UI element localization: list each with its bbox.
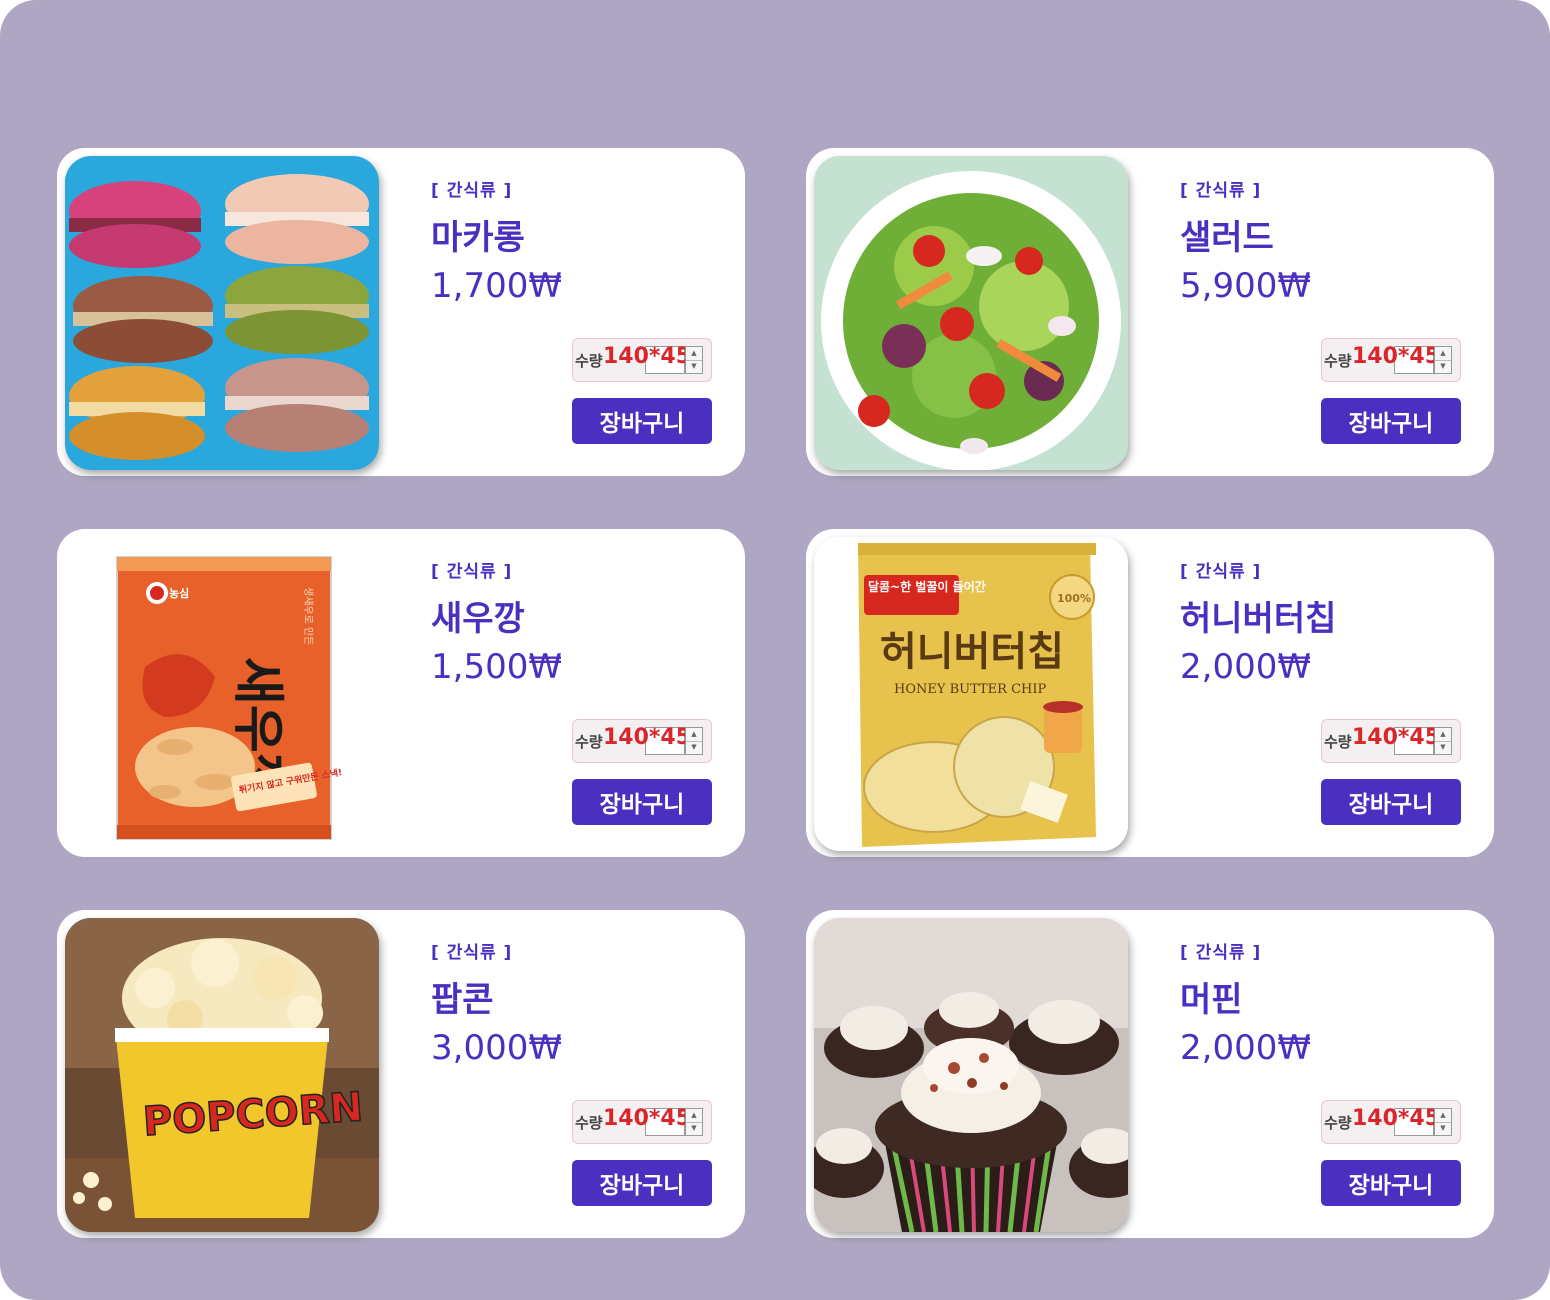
quantity-stepper[interactable]: 수량 140*45 ▲ ▼ [1321, 719, 1461, 763]
add-to-cart-button[interactable]: 장바구니 [1321, 1160, 1461, 1206]
shrimp-snack-illustration: 농심 새우깡 생새우로 만든 튀기지 않고 구워만든 스낵! [65, 537, 379, 851]
add-to-cart-button[interactable]: 장바구니 [1321, 398, 1461, 444]
pack-subtitle-text: HONEY BUTTER CHIP [894, 682, 1046, 697]
product-price: 5,900₩ [1180, 266, 1311, 306]
product-name: 허니버터칩 [1180, 599, 1337, 639]
product-price: 3,000₩ [431, 1028, 562, 1068]
pack-brand-text: 농심 [169, 586, 189, 600]
product-category: [ 간식류 ] [1180, 181, 1262, 201]
stepper-arrows[interactable]: ▲ ▼ [1434, 1108, 1452, 1136]
stepper-up-icon[interactable]: ▲ [1435, 347, 1451, 361]
stepper-down-icon[interactable]: ▼ [686, 741, 702, 754]
product-card-popcorn: POPCORN [ 간식류 ] 팝콘 3,000₩ 수량 140*45 ▲ ▼ … [57, 910, 745, 1238]
product-price: 1,500₩ [431, 647, 562, 687]
product-name: 샐러드 [1180, 218, 1274, 258]
add-to-cart-button[interactable]: 장바구니 [572, 779, 712, 825]
product-category: [ 간식류 ] [431, 181, 513, 201]
salad-illustration [814, 156, 1128, 470]
muffin-illustration [814, 918, 1128, 1232]
macaron-illustration [65, 156, 379, 470]
stepper-down-icon[interactable]: ▼ [1435, 360, 1451, 373]
quantity-label: 수량 [575, 1114, 603, 1132]
quantity-stepper[interactable]: 수량 140*45 ▲ ▼ [1321, 1100, 1461, 1144]
product-category: [ 간식류 ] [1180, 943, 1262, 963]
page-background: [ 간식류 ] 마카롱 1,700₩ 수량 140*45 ▲ ▼ 장바구니 [… [0, 0, 1550, 1300]
stepper-arrows[interactable]: ▲ ▼ [1434, 346, 1452, 374]
dimension-overlay-text: 140*45 [603, 344, 692, 369]
product-price: 2,000₩ [1180, 1028, 1311, 1068]
salad-image[interactable] [814, 156, 1128, 470]
product-category: [ 간식류 ] [431, 943, 513, 963]
add-to-cart-button[interactable]: 장바구니 [572, 398, 712, 444]
pack-badge-text: 100% [1057, 592, 1091, 605]
product-card-salad: [ 간식류 ] 샐러드 5,900₩ 수량 140*45 ▲ ▼ 장바구니 [806, 148, 1494, 476]
shrimp-snack-image[interactable]: 농심 새우깡 생새우로 만든 튀기지 않고 구워만든 스낵! [65, 537, 379, 851]
product-name: 새우깡 [431, 599, 525, 639]
stepper-arrows[interactable]: ▲ ▼ [685, 346, 703, 374]
macaron-image[interactable] [65, 156, 379, 470]
quantity-label: 수량 [1324, 352, 1352, 370]
dimension-overlay-text: 140*45 [1352, 1106, 1441, 1131]
stepper-down-icon[interactable]: ▼ [1435, 741, 1451, 754]
quantity-stepper[interactable]: 수량 140*45 ▲ ▼ [572, 719, 712, 763]
quantity-label: 수량 [575, 352, 603, 370]
popcorn-image[interactable]: POPCORN [65, 918, 379, 1232]
quantity-label: 수량 [1324, 1114, 1352, 1132]
honey-butter-chip-illustration: 달콤~한 벌꿀이 들어간 100% 허니버터칩 HONEY BUTTER CHI… [814, 537, 1128, 851]
product-card-saeukkang: 농심 새우깡 생새우로 만든 튀기지 않고 구워만든 스낵! [ 간식류 ] 새… [57, 529, 745, 857]
stepper-up-icon[interactable]: ▲ [686, 347, 702, 361]
stepper-down-icon[interactable]: ▼ [1435, 1122, 1451, 1135]
add-to-cart-button[interactable]: 장바구니 [1321, 779, 1461, 825]
pack-side-text: 생새우로 만든 [302, 587, 314, 645]
product-price: 1,700₩ [431, 266, 562, 306]
product-category: [ 간식류 ] [1180, 562, 1262, 582]
dimension-overlay-text: 140*45 [603, 725, 692, 750]
stepper-up-icon[interactable]: ▲ [686, 728, 702, 742]
product-price: 2,000₩ [1180, 647, 1311, 687]
product-card-honey-butter-chip: 달콤~한 벌꿀이 들어간 100% 허니버터칩 HONEY BUTTER CHI… [806, 529, 1494, 857]
stepper-down-icon[interactable]: ▼ [686, 1122, 702, 1135]
quantity-label: 수량 [1324, 733, 1352, 751]
quantity-label: 수량 [575, 733, 603, 751]
quantity-stepper[interactable]: 수량 140*45 ▲ ▼ [572, 338, 712, 382]
quantity-stepper[interactable]: 수량 140*45 ▲ ▼ [1321, 338, 1461, 382]
dimension-overlay-text: 140*45 [1352, 344, 1441, 369]
product-card-muffin: [ 간식류 ] 머핀 2,000₩ 수량 140*45 ▲ ▼ 장바구니 [806, 910, 1494, 1238]
pack-title-text: 허니버터칩 [880, 629, 1064, 675]
stepper-down-icon[interactable]: ▼ [686, 360, 702, 373]
muffin-image[interactable] [814, 918, 1128, 1232]
stepper-arrows[interactable]: ▲ ▼ [685, 1108, 703, 1136]
product-name: 머핀 [1180, 980, 1243, 1020]
stepper-up-icon[interactable]: ▲ [1435, 1109, 1451, 1123]
product-name: 팝콘 [431, 980, 494, 1020]
pack-top-text: 달콤~한 벌꿀이 들어간 [868, 579, 986, 594]
popcorn-illustration: POPCORN [65, 918, 379, 1232]
honey-butter-chip-image[interactable]: 달콤~한 벌꿀이 들어간 100% 허니버터칩 HONEY BUTTER CHI… [814, 537, 1128, 851]
add-to-cart-button[interactable]: 장바구니 [572, 1160, 712, 1206]
quantity-stepper[interactable]: 수량 140*45 ▲ ▼ [572, 1100, 712, 1144]
dimension-overlay-text: 140*45 [603, 1106, 692, 1131]
stepper-up-icon[interactable]: ▲ [1435, 728, 1451, 742]
stepper-up-icon[interactable]: ▲ [686, 1109, 702, 1123]
product-name: 마카롱 [431, 218, 525, 258]
product-card-macaron: [ 간식류 ] 마카롱 1,700₩ 수량 140*45 ▲ ▼ 장바구니 [57, 148, 745, 476]
stepper-arrows[interactable]: ▲ ▼ [1434, 727, 1452, 755]
product-category: [ 간식류 ] [431, 562, 513, 582]
dimension-overlay-text: 140*45 [1352, 725, 1441, 750]
stepper-arrows[interactable]: ▲ ▼ [685, 727, 703, 755]
